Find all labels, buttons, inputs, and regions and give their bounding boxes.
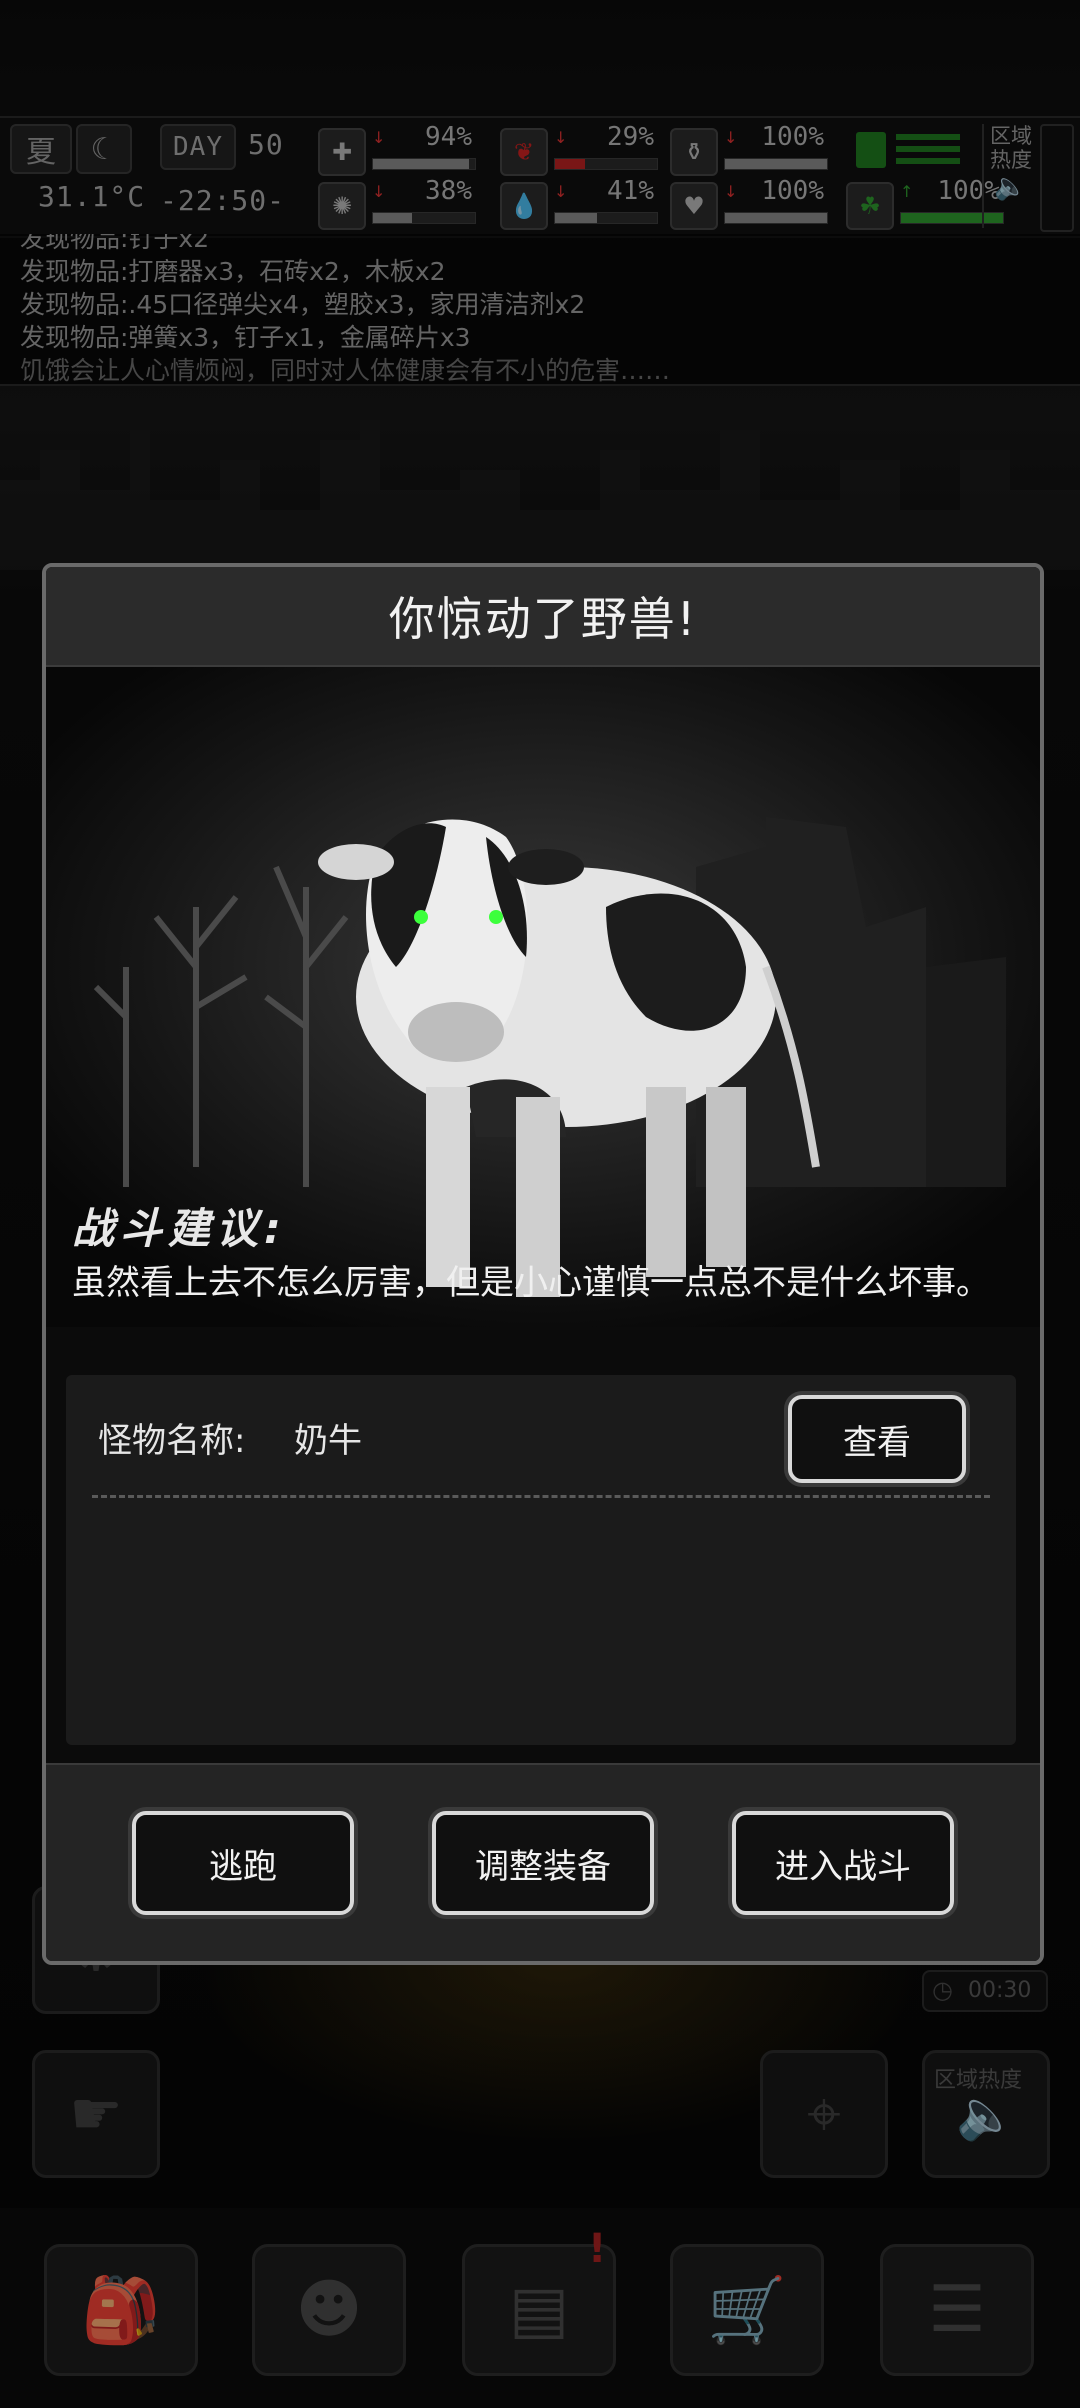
monster-name-label: 怪物名称: (98, 1421, 246, 1461)
dialog-actions: 逃跑 调整装备 进入战斗 (46, 1763, 1040, 1961)
beast-encounter-dialog: 你惊动了野兽! 战斗建议: 虽然看上去不怎么厉害，但是小心谨慎一点总不是什么坏事… (42, 563, 1044, 1965)
flee-button[interactable]: 逃跑 (132, 1811, 354, 1915)
advice-heading: 战斗建议: (72, 1204, 287, 1253)
adjust-equipment-button[interactable]: 调整装备 (432, 1811, 654, 1915)
view-monster-button[interactable]: 查看 (788, 1395, 966, 1483)
monster-name-value: 奶牛 (294, 1421, 362, 1461)
enter-battle-button[interactable]: 进入战斗 (732, 1811, 954, 1915)
divider (92, 1495, 990, 1498)
advice-text: 虽然看上去不怎么厉害，但是小心谨慎一点总不是什么坏事。 (72, 1263, 990, 1303)
monster-info-panel: 怪物名称: 奶牛 查看 (66, 1375, 1016, 1745)
dialog-title: 你惊动了野兽! (46, 567, 1040, 667)
